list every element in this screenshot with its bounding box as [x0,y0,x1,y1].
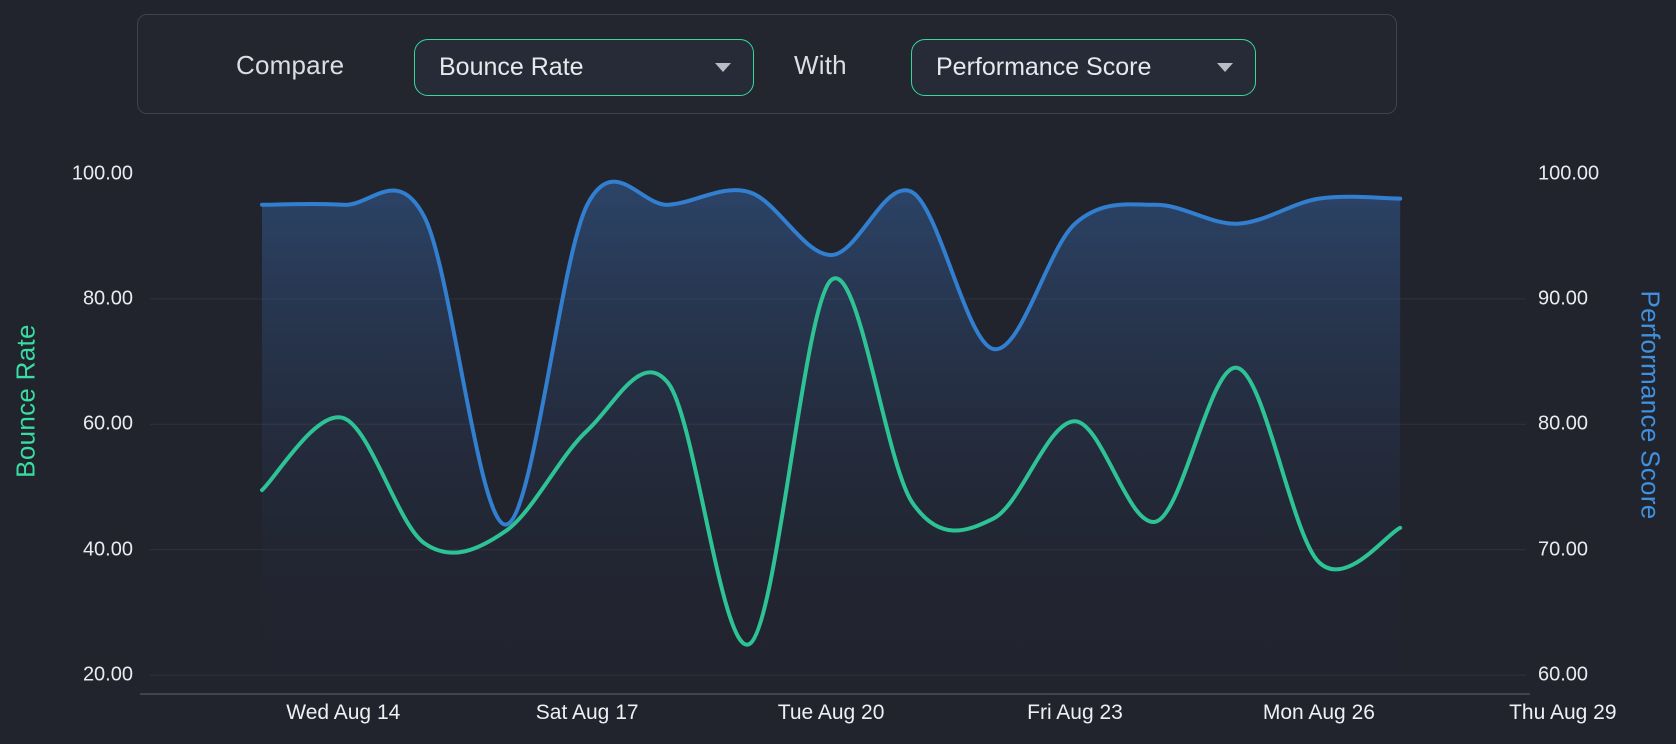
left-axis-tick-label: 100.00 [71,162,133,184]
performance-score-area [262,181,1401,692]
right-axis-tick-label: 100.00 [1538,162,1600,184]
left-axis-tick-label: 80.00 [82,287,133,310]
x-axis-tick-label: Wed Aug 14 [286,701,401,724]
x-axis-tick-label: Mon Aug 26 [1262,701,1375,724]
right-axis-tick-label: 60.00 [1538,663,1589,686]
dual-axis-line-chart [140,179,1530,695]
right-axis-tick-label: 90.00 [1538,287,1589,310]
right-axis-tick-label: 70.00 [1538,538,1589,561]
x-axis-tick-label: Fri Aug 23 [1027,701,1123,724]
x-axis-tick-label: Tue Aug 20 [777,701,885,724]
dashboard: Compare Bounce Rate With Performance Sco… [0,0,1676,744]
x-axis-tick-label: Thu Aug 29 [1509,701,1617,724]
left-axis-tick-label: 20.00 [82,663,133,686]
x-axis-tick-label: Sat Aug 17 [535,701,639,724]
right-axis-title: Performance Score [1635,290,1666,520]
left-axis-tick-label: 40.00 [82,538,133,561]
right-axis-tick-label: 80.00 [1538,412,1589,435]
left-axis-title: Bounce Rate [10,324,41,478]
